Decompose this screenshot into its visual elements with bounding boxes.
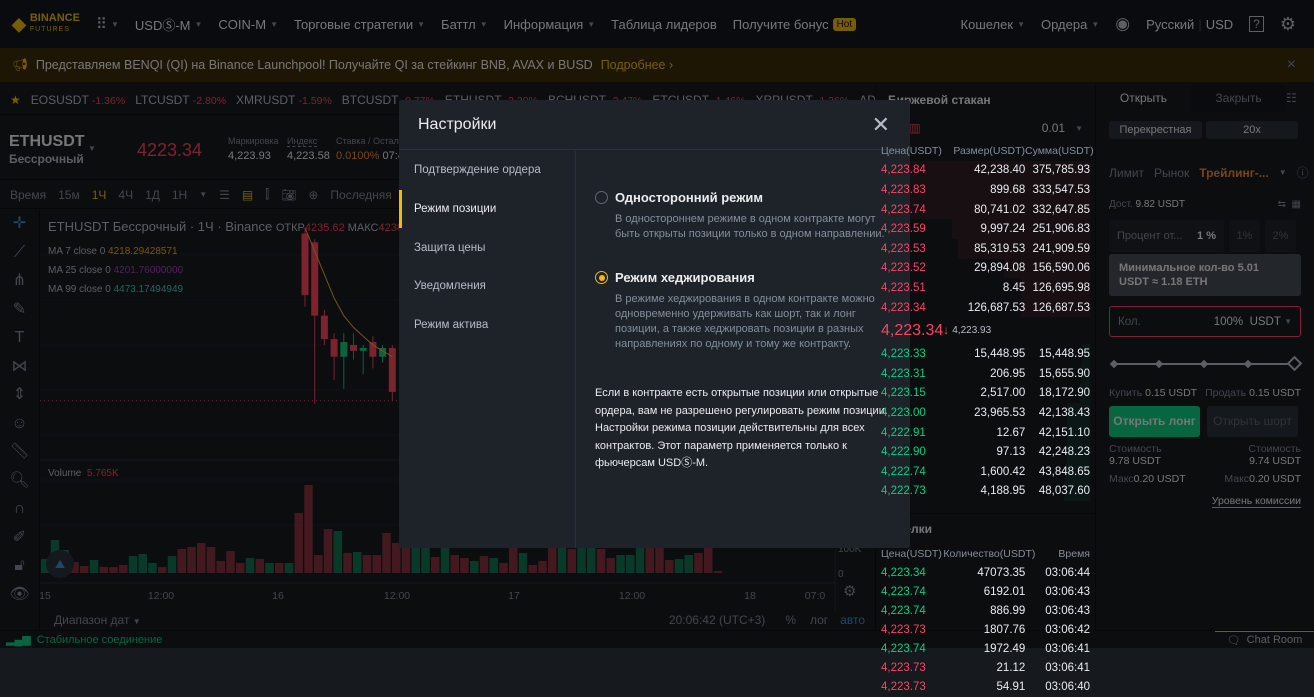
price: 4,223.84 [881,164,926,177]
price: 4,223.33 [881,348,926,361]
radio-checked-icon [595,271,608,284]
sum: 333,547.53 [1032,183,1090,196]
radio-unchecked-icon [595,191,608,204]
price: 4,223.53 [881,242,926,255]
price: 4,222.74 [881,465,926,478]
modal-title: Настройки [418,115,497,133]
trade-time: 03:06:40 [1045,681,1090,694]
trade-price: 4,223.74 [881,605,926,618]
size: 206.95 [990,367,1026,380]
size: 126,687.53 [967,301,1026,314]
sum: 42,138.43 [1038,406,1090,419]
col-header: Сумма(USDT) [1025,144,1094,157]
size: 4,188.95 [980,485,1026,498]
size: 9,997.24 [980,223,1026,236]
price: 4,223.15 [881,387,926,400]
trade-time: 03:06:42 [1045,624,1090,637]
order-book: Биржевой стакан ▥▥ 0.01▼ Цена(USDT)Разме… [875,85,1095,693]
hedge-mode-radio[interactable]: Режим хеджирования [595,270,895,285]
trade-row: 4,223.73 21.12 03:06:41 [876,659,1095,678]
settings-modal: Настройки ✕ Подтверждение ордера Режим по… [399,100,910,548]
sum: 18,172.90 [1038,387,1090,400]
size: 15,448.95 [974,348,1026,361]
size: 85,319.53 [974,242,1026,255]
sum: 15,655.90 [1038,367,1090,380]
col-header: Количество(USDT) [943,547,1036,560]
trade-qty: 1807.76 [983,624,1026,637]
trade-price: 4,223.73 [881,662,926,675]
sum: 332,647.85 [1032,203,1090,216]
trade-time: 03:06:43 [1045,605,1090,618]
trade-time: 03:06:43 [1045,586,1090,599]
trade-qty: 886.99 [990,605,1026,618]
trade-qty: 54.91 [996,681,1026,694]
one-way-description: В одностороннем режиме в одном контракте… [615,213,885,240]
sum: 156,590.06 [1032,262,1090,275]
sum: 42,248.23 [1038,446,1090,459]
sum: 43,848.65 [1038,465,1090,478]
trade-qty: 1972.49 [983,643,1026,656]
trade-time: 03:06:41 [1045,662,1090,675]
size: 2,517.00 [980,387,1026,400]
trade-qty: 47073.35 [977,567,1026,580]
sum: 241,909.59 [1032,242,1090,255]
price: 4,223.00 [881,406,926,419]
hedge-description: В режиме хеджирования в одном контракте … [615,293,875,350]
orderbook-last-price: 4,223.34 [881,321,944,339]
close-icon[interactable]: ✕ [872,112,890,138]
menu-position-mode[interactable]: Режим позиции [399,189,575,229]
sum: 251,906.83 [1032,223,1090,236]
one-way-mode-radio[interactable]: Односторонний режим [595,190,895,205]
position-mode-note: Если в контракте есть открытые позиции и… [595,387,888,469]
trade-time: 03:06:44 [1045,567,1090,580]
hedge-label: Режим хеджирования [615,270,755,285]
trade-price: 4,223.74 [881,643,926,656]
price: 4,222.73 [881,485,926,498]
price: 4,223.34 [881,301,926,314]
sum: 15,448.95 [1038,348,1090,361]
size: 8.45 [1002,281,1026,294]
price: 4,222.90 [881,446,926,459]
size: 97.13 [996,446,1026,459]
trade-qty: 21.12 [996,662,1026,675]
size: 1,600.42 [980,465,1026,478]
one-way-label: Односторонний режим [615,190,764,205]
price: 4,223.31 [881,367,926,380]
price: 4,223.52 [881,262,926,275]
size: 23,965.53 [974,406,1026,419]
menu-notifications[interactable]: Уведомления [399,267,575,306]
col-header: Цена(USDT) [881,144,942,157]
size: 29,894.08 [974,262,1026,275]
sum: 42,151.10 [1038,426,1090,439]
size: 42,238.40 [974,164,1026,177]
trade-price: 4,223.34 [881,567,926,580]
size: 80,741.02 [974,203,1026,216]
trade-row: 4,223.73 54.91 03:06:40 [876,678,1095,697]
sum: 126,695.98 [1032,281,1090,294]
menu-price-protection[interactable]: Защита цены [399,228,575,267]
price: 4,223.83 [881,183,926,196]
price: 4,223.51 [881,281,926,294]
sum: 48,037.60 [1038,485,1090,498]
col-header: Цена(USDT) [881,547,942,560]
trade-price: 4,223.73 [881,624,926,637]
size: 899.68 [990,183,1026,196]
size: 12.67 [996,426,1026,439]
arrow-down-icon: ↓ [943,324,950,337]
orderbook-mark-price: 4,223.93 [952,325,992,337]
price: 4,223.74 [881,203,926,216]
menu-asset-mode[interactable]: Режим актива [399,306,575,345]
col-header: Время [1058,547,1090,560]
menu-order-confirmation[interactable]: Подтверждение ордера [399,151,575,190]
trade-price: 4,223.74 [881,586,926,599]
sum: 375,785.93 [1032,164,1090,177]
price: 4,222.91 [881,426,926,439]
trade-time: 03:06:41 [1045,643,1090,656]
col-header: Размер(USDT) [953,144,1025,157]
sum: 126,687.53 [1032,301,1090,314]
trade-row: 4,223.74 1972.49 03:06:41 [876,640,1095,659]
price: 4,223.59 [881,223,926,236]
trade-price: 4,223.73 [881,681,926,694]
trade-qty: 6192.01 [983,586,1026,599]
